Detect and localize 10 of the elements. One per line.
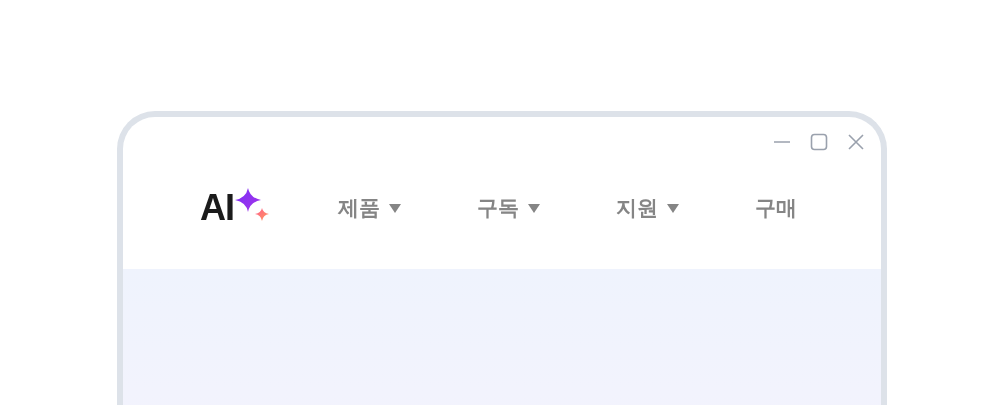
- maximize-icon[interactable]: [809, 132, 829, 152]
- caret-icon: [667, 203, 680, 213]
- nav-menu-item[interactable]: 지원: [616, 192, 756, 224]
- nav-menu-item[interactable]: 구독: [477, 192, 617, 224]
- caret-icon: [389, 203, 402, 213]
- nav-menu-item[interactable]: 제품: [338, 192, 478, 224]
- close-icon[interactable]: [846, 132, 866, 152]
- logo[interactable]: AI: [200, 190, 273, 226]
- nav-menu-item[interactable]: 구매: [755, 192, 881, 224]
- caret-icon: [528, 203, 541, 213]
